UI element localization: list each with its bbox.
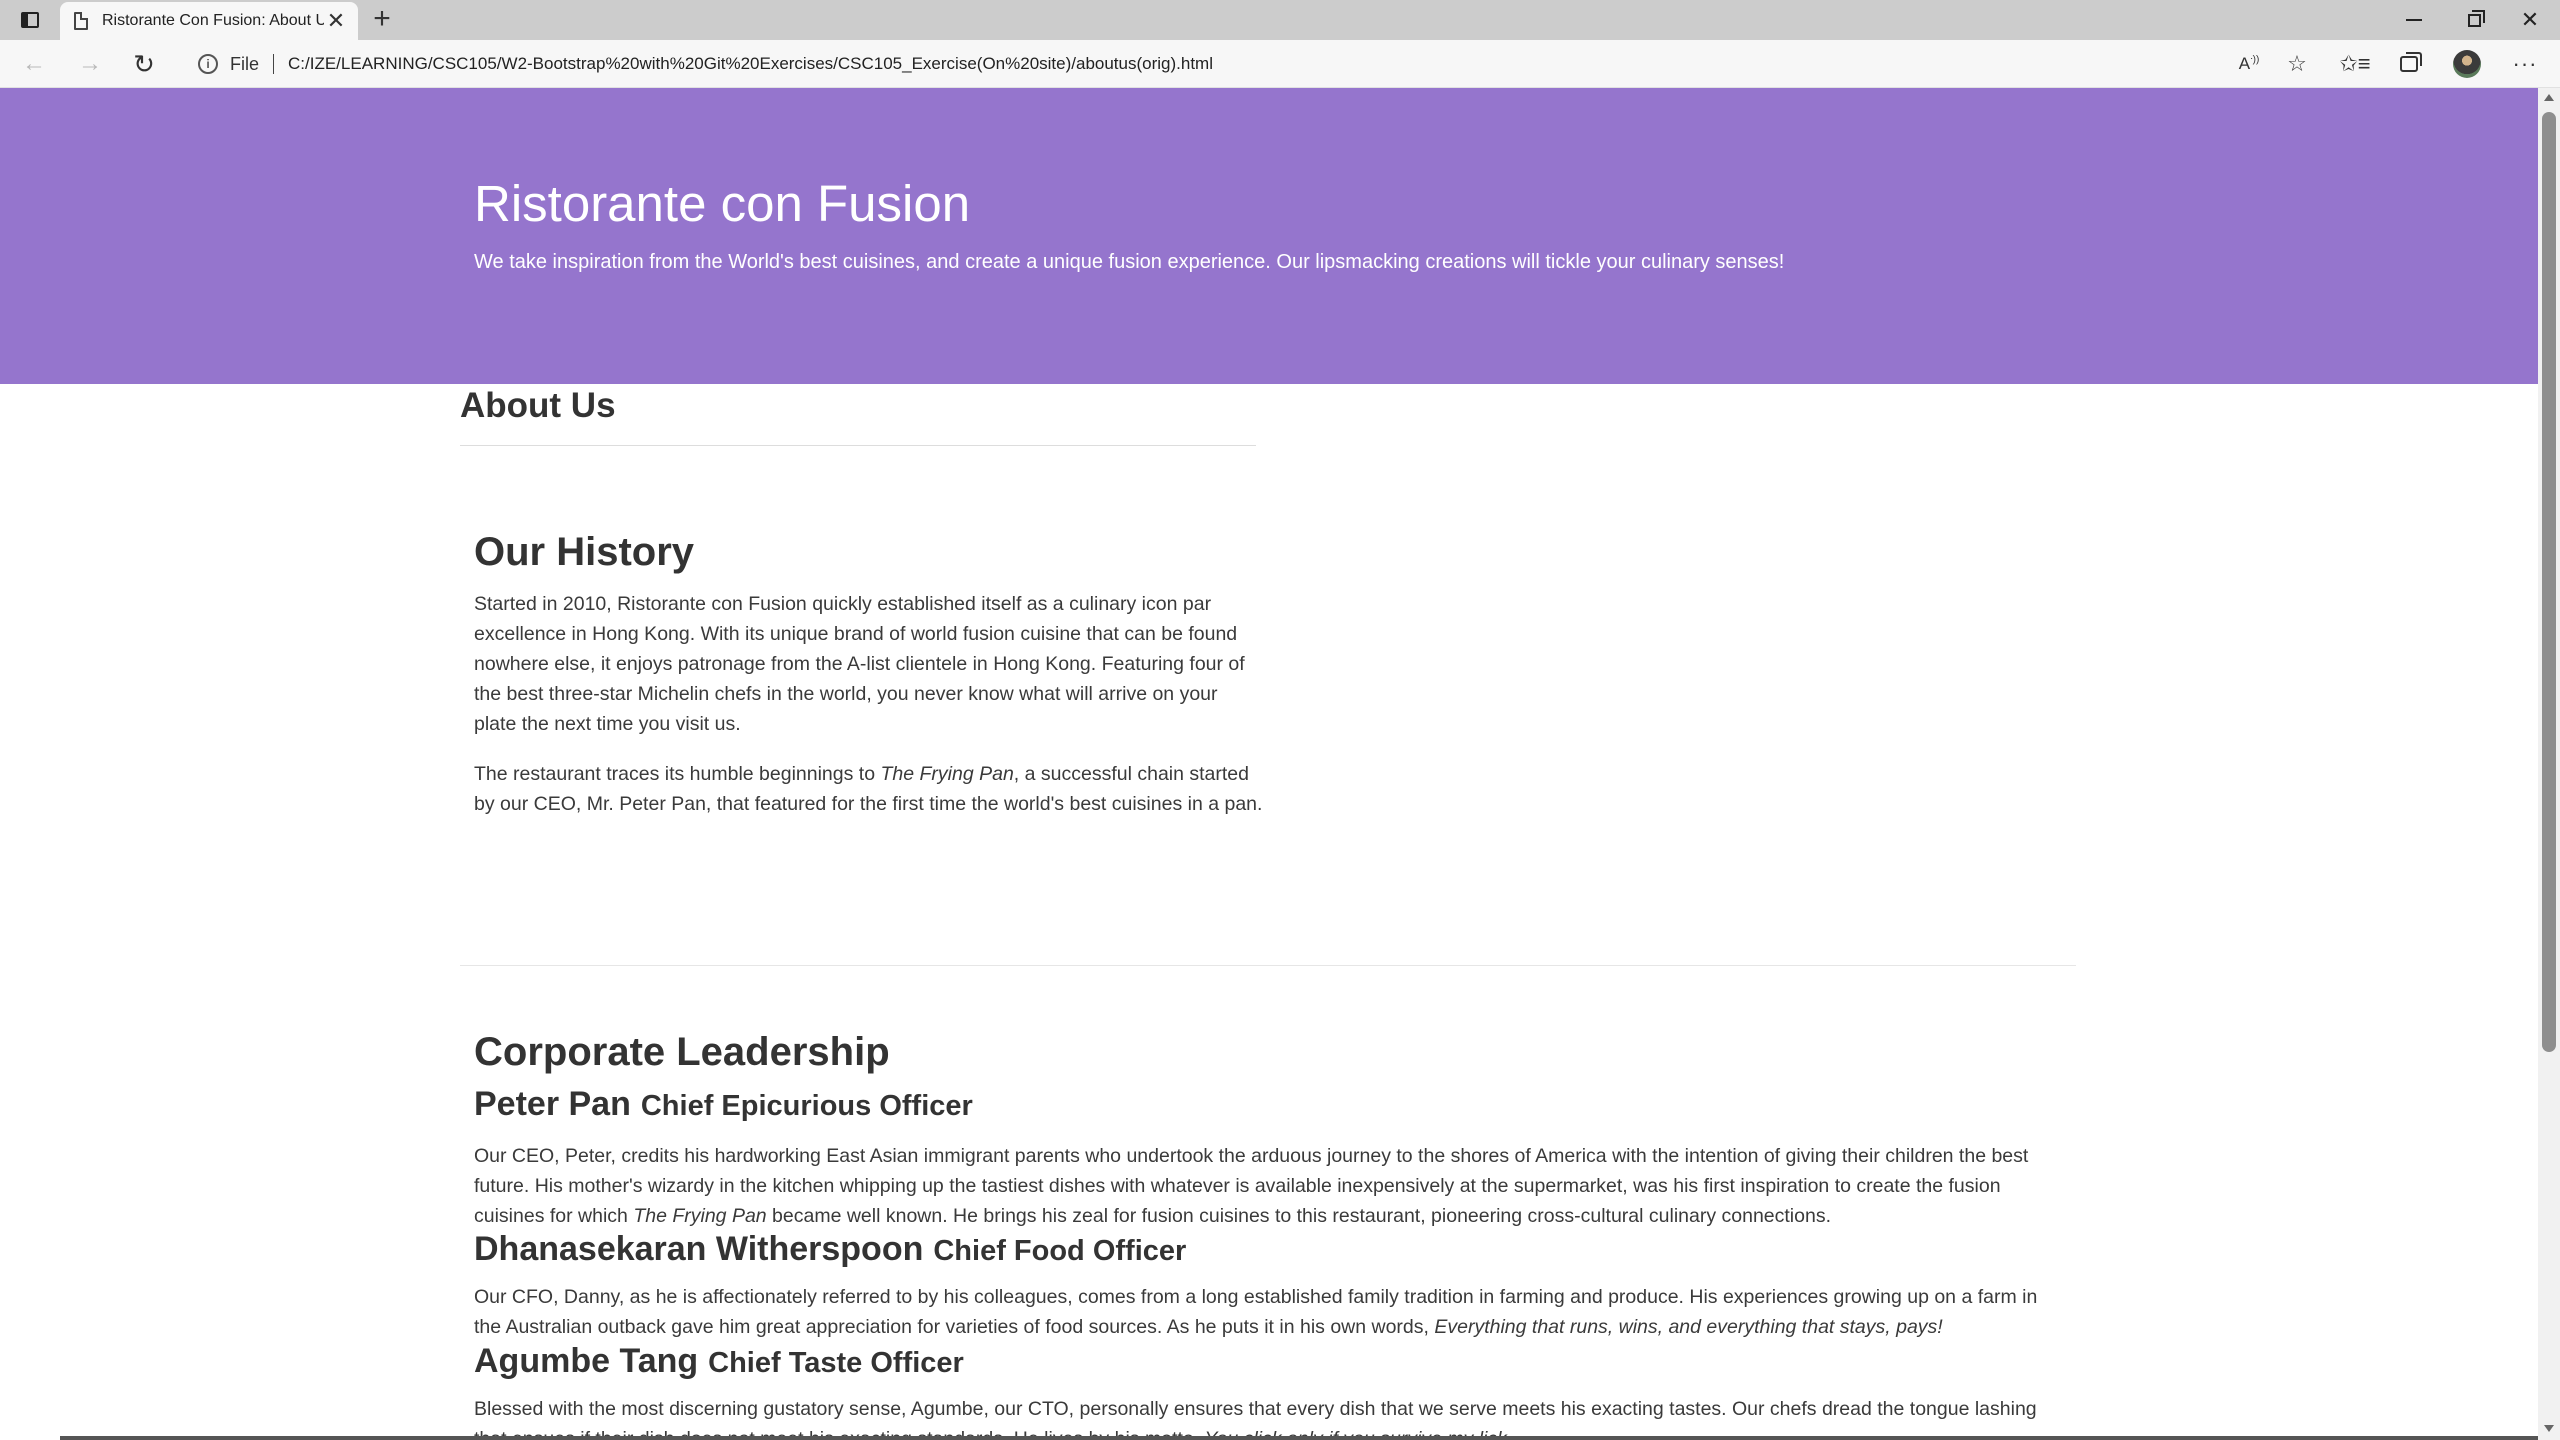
star-plus-icon: ☆	[2287, 51, 2307, 76]
minimize-icon	[2406, 19, 2422, 21]
leader-description: Blessed with the most discerning gustato…	[474, 1394, 2054, 1440]
scheme-label: File	[230, 53, 260, 74]
leader-role: Chief Food Officer	[933, 1235, 1187, 1267]
leadership-title: Corporate Leadership	[474, 1030, 890, 1074]
tab-strip: Ristorante Con Fusion: About Us ✕ + ✕	[0, 0, 2560, 40]
history-p2-text: The restaurant traces its humble beginni…	[474, 763, 881, 785]
window-close-button[interactable]: ✕	[2502, 0, 2558, 40]
history-paragraph-2: The restaurant traces its humble beginni…	[474, 759, 1264, 819]
page-viewport: Ristorante con Fusion We take inspiratio…	[0, 88, 2538, 1440]
arrow-right-icon: →	[78, 50, 102, 77]
tab-actions-button[interactable]	[16, 6, 44, 34]
leader-name-text: Peter Pan	[474, 1085, 631, 1123]
forward-button[interactable]: →	[74, 48, 106, 80]
restore-icon	[2467, 9, 2485, 27]
url-text[interactable]: C:/IZE/LEARNING/CSC105/W2-Bootstrap%20wi…	[288, 54, 1213, 74]
divider	[460, 445, 1256, 446]
favorites-list-icon: ✩≡	[2339, 51, 2371, 76]
window-minimize-button[interactable]	[2386, 0, 2442, 40]
page-scrollbar[interactable]	[2538, 88, 2560, 1440]
site-title: Ristorante con Fusion	[474, 175, 971, 232]
window-bottom-edge	[60, 1436, 2538, 1440]
new-tab-button[interactable]: +	[366, 4, 398, 36]
tab-close-button[interactable]: ✕	[324, 8, 348, 34]
browser-tab-active[interactable]: Ristorante Con Fusion: About Us ✕	[60, 2, 358, 40]
avatar	[2453, 50, 2481, 78]
arrow-left-icon: ←	[22, 50, 46, 77]
leader-name-text: Dhanasekaran Witherspoon	[474, 1230, 924, 1268]
leader-description: Our CEO, Peter, credits his hardworking …	[474, 1141, 2054, 1231]
scroll-up-arrow-icon[interactable]	[2544, 94, 2554, 101]
back-button[interactable]: ←	[18, 48, 50, 80]
address-bar[interactable]: i File C:/IZE/LEARNING/CSC105/W2-Bootstr…	[180, 44, 2240, 84]
leader-name-text: Agumbe Tang	[474, 1342, 699, 1380]
scrollbar-thumb[interactable]	[2542, 112, 2556, 1052]
favorites-button[interactable]: ✩≡	[2338, 48, 2372, 80]
leader-name: Peter Pan Chief Epicurious Officer	[474, 1085, 973, 1124]
leader-role: Chief Epicurious Officer	[640, 1090, 973, 1122]
reload-button[interactable]: ↻	[128, 48, 160, 80]
leader-desc-emphasis: Everything that runs, wins, and everythi…	[1434, 1316, 1943, 1338]
profile-button[interactable]	[2450, 48, 2484, 80]
read-aloud-button[interactable]: Aᐧ))	[2232, 48, 2266, 80]
history-p2-emphasis: The Frying Pan	[880, 763, 1014, 785]
jumbotron: Ristorante con Fusion We take inspiratio…	[0, 88, 2538, 384]
scroll-down-arrow-icon[interactable]	[2544, 1425, 2554, 1432]
leader-name: Dhanasekaran Witherspoon Chief Food Offic…	[474, 1230, 1186, 1269]
leader-role: Chief Taste Officer	[708, 1347, 964, 1379]
leader-description: Our CFO, Danny, as he is affectionately …	[474, 1282, 2054, 1342]
read-aloud-icon: Aᐧ))	[2238, 54, 2260, 73]
site-tagline: We take inspiration from the World's bes…	[474, 251, 1785, 273]
window-restore-button[interactable]	[2446, 0, 2502, 40]
address-separator	[273, 54, 275, 74]
tab-title: Ristorante Con Fusion: About Us	[102, 12, 324, 29]
leader-desc-text-end: became well known. He brings his zeal fo…	[766, 1205, 1831, 1227]
add-favorite-button[interactable]: ☆	[2280, 48, 2314, 80]
close-icon: ✕	[2520, 7, 2540, 32]
tab-actions-icon	[21, 12, 39, 28]
more-dots-icon: ···	[2512, 51, 2538, 76]
info-icon[interactable]: i	[198, 54, 218, 74]
page-icon	[74, 12, 88, 30]
section-divider	[460, 965, 2076, 966]
leader-desc-emphasis: The Frying Pan	[633, 1205, 767, 1227]
history-title: Our History	[474, 530, 695, 574]
collections-button[interactable]	[2392, 48, 2426, 80]
leader-name: Agumbe Tang Chief Taste Officer	[474, 1342, 964, 1381]
browser-toolbar: ← → ↻ i File C:/IZE/LEARNING/CSC105/W2-B…	[0, 40, 2560, 88]
more-button[interactable]: ···	[2508, 48, 2542, 80]
collections-icon	[2400, 52, 2422, 72]
reload-icon: ↻	[133, 48, 155, 79]
page-title: About Us	[460, 386, 616, 425]
history-paragraph-1: Started in 2010, Ristorante con Fusion q…	[474, 593, 1245, 735]
